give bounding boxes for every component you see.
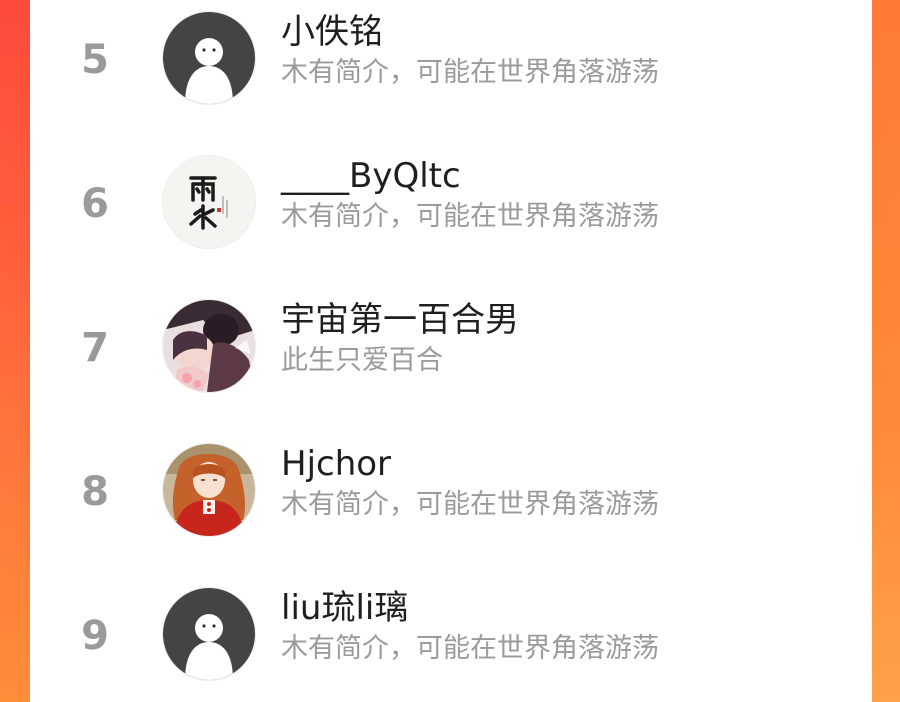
ranking-row[interactable]: 8 Hjchor 木有简介，可能在世界角落游荡 — [30, 432, 872, 552]
user-bio: 木有简介，可能在世界角落游荡 — [281, 633, 659, 664]
calligraphy-avatar[interactable] — [163, 156, 255, 248]
rank-number: 7 — [81, 325, 109, 371]
anime-couple-avatar[interactable] — [163, 300, 255, 392]
user-name[interactable]: 宇宙第一百合男 — [281, 300, 519, 340]
user-bio: 此生只爱百合 — [281, 345, 443, 376]
red-hair-girl-avatar[interactable] — [163, 444, 255, 536]
rank-number: 9 — [81, 613, 109, 659]
ranking-list-panel: 5 小佚铭 木有简介，可能在世界角落游荡 6 ____ByQltc 木有简介，可… — [30, 0, 872, 702]
rank-number: 6 — [81, 181, 109, 227]
rank-number: 5 — [81, 37, 109, 83]
screen-frame: 5 小佚铭 木有简介，可能在世界角落游荡 6 ____ByQltc 木有简介，可… — [0, 0, 900, 702]
user-name[interactable]: Hjchor — [281, 444, 391, 484]
default-user-icon[interactable] — [163, 12, 255, 104]
rank-number: 8 — [81, 469, 109, 515]
user-bio: 木有简介，可能在世界角落游荡 — [281, 57, 659, 88]
user-bio: 木有简介，可能在世界角落游荡 — [281, 201, 659, 232]
user-name[interactable]: ____ByQltc — [281, 156, 461, 196]
user-name[interactable]: 小佚铭 — [281, 12, 383, 52]
ranking-row[interactable]: 5 小佚铭 木有简介，可能在世界角落游荡 — [30, 0, 872, 120]
ranking-row[interactable]: 6 ____ByQltc 木有简介，可能在世界角落游荡 — [30, 144, 872, 264]
default-user-icon[interactable] — [163, 588, 255, 680]
user-bio: 木有简介，可能在世界角落游荡 — [281, 489, 659, 520]
user-name[interactable]: liu琉li璃 — [281, 588, 408, 628]
ranking-row[interactable]: 9 liu琉li璃 木有简介，可能在世界角落游荡 — [30, 576, 872, 696]
ranking-row[interactable]: 7 宇宙第一百合男 此生只爱百合 — [30, 288, 872, 408]
